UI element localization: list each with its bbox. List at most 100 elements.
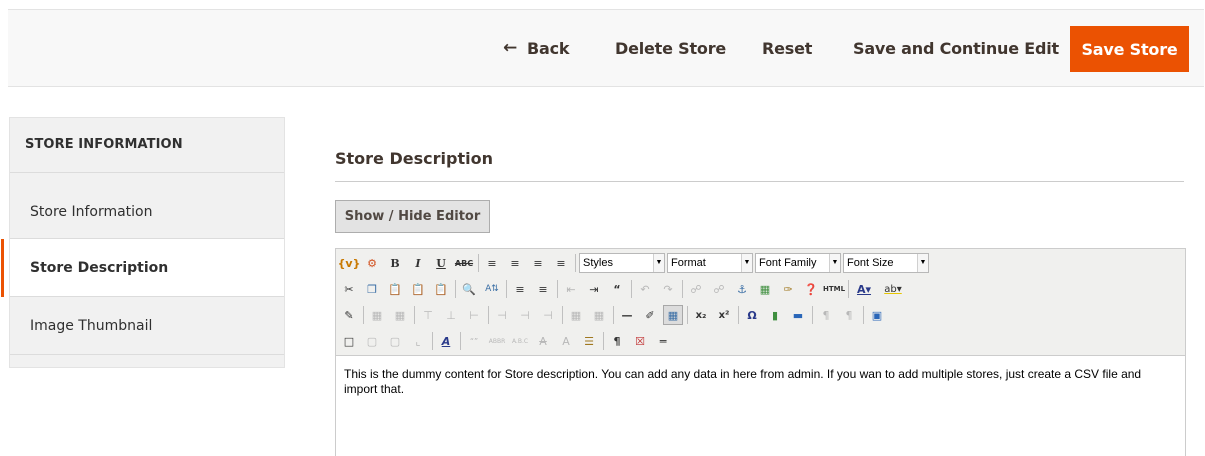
toolbar-separator [738, 306, 739, 324]
unlink-icon[interactable]: ☍ [709, 279, 729, 299]
acronym-icon[interactable]: A.B.C [510, 331, 530, 351]
toolbar-separator [432, 332, 433, 350]
visual-chars-icon[interactable]: ¶ [607, 331, 627, 351]
replace-icon[interactable]: A⇅ [482, 279, 502, 299]
toolbar-separator [460, 332, 461, 350]
toolbar-separator [603, 332, 604, 350]
font-size-select[interactable]: Font Size ▼ [843, 253, 929, 273]
styles-select[interactable]: Styles ▼ [579, 253, 665, 273]
ins-icon[interactable]: A [556, 331, 576, 351]
delete-row-icon[interactable]: ⊢ [464, 305, 484, 325]
toolbar-separator [687, 306, 688, 324]
save-store-button[interactable]: Save Store [1070, 26, 1189, 72]
merge-cells-icon[interactable]: ▦ [589, 305, 609, 325]
del-icon[interactable]: A [533, 331, 553, 351]
style-props-icon[interactable]: A [436, 331, 456, 351]
tab-store-description[interactable]: Store Description [1, 239, 284, 297]
row-after-icon[interactable]: ⊥ [441, 305, 461, 325]
section-title: Store Description [335, 149, 493, 168]
row-before-icon[interactable]: ⊤ [418, 305, 438, 325]
font-family-select[interactable]: Font Family ▼ [755, 253, 841, 273]
reset-button[interactable]: Reset [752, 26, 822, 72]
page-break-icon[interactable]: ═ [653, 331, 673, 351]
toolbar-row-4: □ ▢ ▢ ⌞ A “” ABBR A.B.C A A ☰ ¶ ☒ ═ [339, 330, 676, 352]
align-left-icon[interactable]: ≡ [482, 253, 502, 273]
numbered-list-icon[interactable]: ≡ [533, 279, 553, 299]
remove-format-icon[interactable]: ✐ [640, 305, 660, 325]
cut-icon[interactable]: ✂ [339, 279, 359, 299]
toolbar-row-2: ✂ ❐ 📋 📋 📋 🔍 A⇅ ≡ ≡ ⇤ ⇥ “ ↶ ↷ ☍ ☍ ⚓ ▦ ✑ ❓… [339, 278, 910, 300]
save-and-continue-button[interactable]: Save and Continue Edit [843, 26, 1069, 72]
toolbar-separator [455, 280, 456, 298]
nonbreaking-icon[interactable]: ☒ [630, 331, 650, 351]
anchor-icon[interactable]: ⚓ [732, 279, 752, 299]
paste-text-icon[interactable]: 📋 [408, 279, 428, 299]
table-row-props-icon[interactable]: ▦ [367, 305, 387, 325]
show-hide-editor-button[interactable]: Show / Hide Editor [335, 200, 490, 233]
paste-word-icon[interactable]: 📋 [431, 279, 451, 299]
sidebar-title: STORE INFORMATION [10, 118, 284, 173]
underline-icon[interactable]: U [431, 253, 451, 273]
toolbar-separator [812, 306, 813, 324]
tab-image-thumbnail[interactable]: Image Thumbnail [10, 297, 284, 355]
align-center-icon[interactable]: ≡ [505, 253, 525, 273]
toolbar-separator [363, 306, 364, 324]
italic-icon[interactable]: I [408, 253, 428, 273]
chevron-down-icon: ▼ [829, 254, 840, 272]
cleanup-icon[interactable]: ✑ [778, 279, 798, 299]
split-cells-icon[interactable]: ▦ [566, 305, 586, 325]
col-after-icon[interactable]: ⊣ [515, 305, 535, 325]
toolbar-row-3: ✎ ▦ ▦ ⊤ ⊥ ⊢ ⊣ ⊣ ⊣ ▦ ▦ — ✐ ▦ x₂ x² Ω ▮ ▬ … [339, 304, 890, 326]
chevron-down-icon: ▼ [653, 254, 664, 272]
format-select[interactable]: Format ▼ [667, 253, 753, 273]
insert-variable-icon[interactable]: {v} [338, 253, 361, 273]
bold-icon[interactable]: B [385, 253, 405, 273]
cite-icon[interactable]: “” [464, 331, 484, 351]
delete-store-button[interactable]: Delete Store [605, 26, 736, 72]
insert-layer-icon[interactable]: □ [339, 331, 359, 351]
media-icon[interactable]: ▮ [765, 305, 785, 325]
edit-icon[interactable]: ✎ [339, 305, 359, 325]
attribs-icon[interactable]: ☰ [579, 331, 599, 351]
fullscreen-icon[interactable]: ▣ [867, 305, 887, 325]
link-icon[interactable]: ☍ [686, 279, 706, 299]
delete-col-icon[interactable]: ⊣ [538, 305, 558, 325]
visual-aid-icon[interactable]: ▦ [663, 305, 683, 325]
toolbar-separator [414, 306, 415, 324]
help-icon[interactable]: ❓ [801, 279, 821, 299]
table-cell-props-icon[interactable]: ▦ [390, 305, 410, 325]
editor-content-area[interactable]: This is the dummy content for Store desc… [336, 355, 1185, 456]
absolute-icon[interactable]: ⌞ [408, 331, 428, 351]
strikethrough-icon[interactable]: ABC [454, 253, 474, 273]
tab-store-information[interactable]: Store Information [10, 173, 284, 239]
col-before-icon[interactable]: ⊣ [492, 305, 512, 325]
html-icon[interactable]: HTML [823, 279, 845, 299]
superscript-icon[interactable]: x² [714, 305, 734, 325]
advhr-icon[interactable]: ▬ [788, 305, 808, 325]
align-right-icon[interactable]: ≡ [528, 253, 548, 273]
move-forward-icon[interactable]: ▢ [362, 331, 382, 351]
bullet-list-icon[interactable]: ≡ [510, 279, 530, 299]
copy-icon[interactable]: ❐ [362, 279, 382, 299]
rtl-icon[interactable]: ¶ [839, 305, 859, 325]
special-char-icon[interactable]: Ω [742, 305, 762, 325]
find-icon[interactable]: 🔍 [459, 279, 479, 299]
horizontal-rule-icon[interactable]: — [617, 305, 637, 325]
paste-icon[interactable]: 📋 [385, 279, 405, 299]
redo-icon[interactable]: ↷ [658, 279, 678, 299]
align-justify-icon[interactable]: ≡ [551, 253, 571, 273]
undo-icon[interactable]: ↶ [635, 279, 655, 299]
insert-widget-icon[interactable]: ⚙ [362, 253, 382, 273]
image-icon[interactable]: ▦ [755, 279, 775, 299]
background-color-icon[interactable]: ab▾ [879, 279, 907, 299]
outdent-icon[interactable]: ⇤ [561, 279, 581, 299]
toolbar-separator [562, 306, 563, 324]
subscript-icon[interactable]: x₂ [691, 305, 711, 325]
back-button[interactable]: ← Back [493, 26, 579, 72]
move-backward-icon[interactable]: ▢ [385, 331, 405, 351]
ltr-icon[interactable]: ¶ [816, 305, 836, 325]
indent-icon[interactable]: ⇥ [584, 279, 604, 299]
abbr-icon[interactable]: ABBR [487, 331, 507, 351]
text-color-icon[interactable]: A▾ [852, 279, 876, 299]
blockquote-icon[interactable]: “ [607, 279, 627, 299]
